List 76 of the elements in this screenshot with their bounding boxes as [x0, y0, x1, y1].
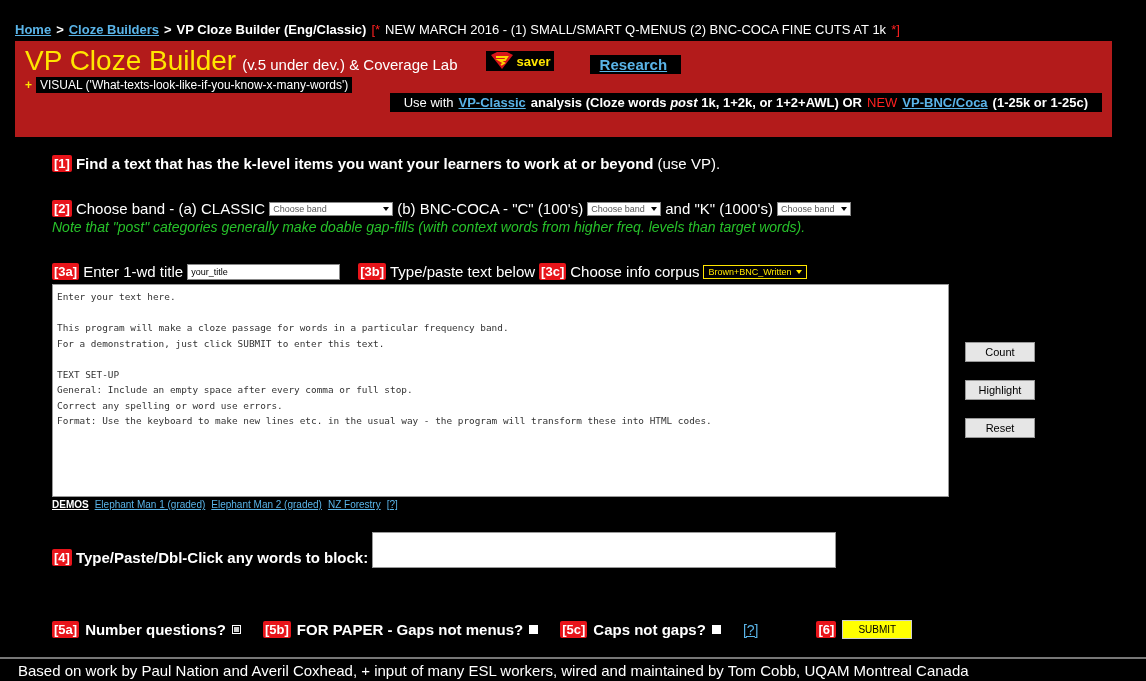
text-line: TEXT SET-UP [57, 367, 121, 382]
checkbox[interactable] [711, 625, 721, 634]
title-field[interactable]: your_title [187, 263, 341, 280]
step-badge: [5b] [263, 621, 291, 638]
breadcrumb-separator: > [164, 22, 172, 37]
step-label: Type/paste text below [390, 263, 536, 280]
step-badge: [2] [52, 200, 72, 217]
news-text: NEW MARCH 2016 - (1) SMALL/SMART Q-MENUS (2) BNC-COCA FINE CUTS AT 1k [385, 22, 887, 37]
step-label: Choose info corpus [570, 263, 700, 280]
text-line: For a demonstration, just click SUBMIT to enter this text. [57, 336, 386, 351]
research-link[interactable]: Research [589, 55, 682, 74]
breadcrumb-separator: > [56, 22, 64, 37]
step-badge: [6] [816, 621, 837, 638]
step-badge: [3c] [539, 263, 567, 280]
dropdown-icon [651, 206, 658, 211]
text-area[interactable] [52, 284, 949, 497]
band-select[interactable]: Choose band [776, 201, 851, 216]
text-line: This program will make a cloze passage for words in a particular frequency band. [57, 321, 510, 335]
step-badge: [4] [52, 548, 72, 566]
side-button[interactable]: Count [965, 342, 1035, 362]
text-line: Format: Use the keyboard to make new lines etc. in the usual way - the program will transform these into HTML codes. [57, 414, 713, 428]
app-title: VP Cloze Builder [25, 45, 237, 77]
bullet-mark: + [25, 78, 32, 92]
step-hint: (use VP). [657, 155, 721, 172]
corpus-select[interactable]: Brown+BNC_Written [703, 264, 807, 279]
app-subtitle: (v.5 under dev.) & Coverage Lab [242, 56, 458, 73]
demo-link[interactable]: Elephant Man 2 (graded) [211, 499, 322, 510]
news-bracket: *] [891, 22, 900, 37]
usage-text: Use with [403, 95, 454, 110]
block-words-field[interactable] [372, 532, 837, 568]
step-label: Type/Paste/Dbl-Click any words to block: [75, 548, 369, 566]
breadcrumb-link[interactable]: Home [15, 22, 52, 37]
band-select[interactable]: Choose band [269, 201, 394, 216]
step-label: Choose band - (a) CLASSIC [75, 200, 266, 217]
side-button[interactable]: Highlight [965, 380, 1035, 400]
footer-text: Based on work by Paul Nation and Averil Coxhead, + input of many ESL workers, wired and maintained by Tom Cobb, UQAM Montreal Canada [18, 662, 969, 679]
step-badge: [3b] [358, 263, 386, 280]
visual-link[interactable]: VISUAL ('What-texts-look-like-if-you-know-x-many-words') [36, 77, 353, 93]
help-link[interactable]: [?] [742, 621, 759, 638]
note-text: Note that "post" categories generally make doable gap-fills (with context words from higher freq. levels than target words). [52, 219, 807, 235]
band-select[interactable]: Choose band [587, 201, 662, 216]
text-line: Correct any spelling or word use errors. [57, 398, 284, 413]
new-label: NEW [867, 95, 898, 110]
dropdown-icon [795, 269, 802, 274]
option-label: FOR PAPER - Gaps not menus? [296, 621, 524, 638]
saver-badge[interactable]: saver [485, 51, 554, 71]
step-label: Enter 1-wd title [83, 263, 184, 280]
shield-icon [488, 52, 515, 70]
step-label: (b) BNC-COCA - "C" (100's) [397, 200, 584, 217]
step-text: Find a text that has the k-level items you want your learners to work at or beyond [75, 155, 654, 172]
demos-label: DEMOS [52, 499, 89, 510]
option-label: Number questions? [85, 621, 226, 638]
vp-classic-link[interactable]: VP-Classic [458, 95, 526, 110]
step-badge: [1] [52, 155, 72, 172]
dropdown-icon [840, 206, 847, 211]
text-line: General: Include an empty space after every comma or full stop. [57, 383, 414, 397]
checkbox[interactable] [529, 625, 539, 634]
breadcrumb-current: VP Cloze Builder (Eng/Classic) [176, 22, 367, 37]
step-label: and "K" (1000's) [665, 200, 773, 217]
usage-text: (1-25k or 1-25c) [992, 95, 1088, 110]
vp-bnc-coca-link[interactable]: VP-BNC/Coca [902, 95, 988, 110]
side-button[interactable]: Reset [965, 418, 1035, 438]
checkbox[interactable] [232, 625, 241, 634]
step-badge: [5c] [560, 621, 588, 638]
usage-text: analysis (Cloze words post 1k, 1+2k, or 1+2+AWL) OR [530, 95, 862, 110]
step-badge: [3a] [52, 263, 80, 280]
demo-link[interactable]: Elephant Man 1 (graded) [94, 499, 206, 510]
demo-link[interactable]: NZ Forestry [327, 499, 381, 510]
demo-link[interactable]: [?] [386, 499, 398, 510]
news-bracket: [* [371, 22, 381, 37]
submit-button[interactable]: SUBMIT [842, 620, 913, 639]
dropdown-icon [383, 206, 390, 211]
option-label: Caps not gaps? [593, 621, 706, 638]
breadcrumb-link[interactable]: Cloze Builders [68, 22, 159, 37]
step-badge: [5a] [52, 621, 80, 638]
text-line: Enter your text here. [57, 290, 177, 304]
